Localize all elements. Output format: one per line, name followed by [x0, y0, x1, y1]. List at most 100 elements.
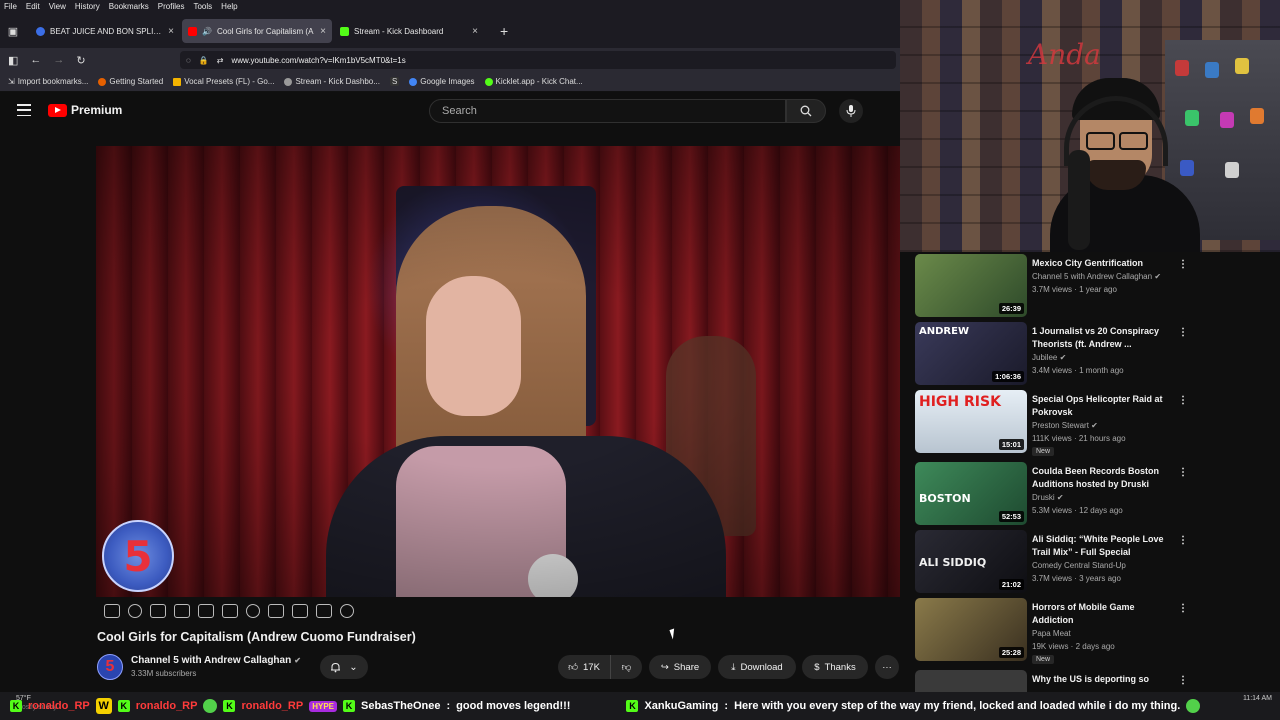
audio-icon[interactable]	[128, 604, 142, 618]
tab-cool-girls[interactable]: 🔊 Cool Girls for Capitalism (A ×	[182, 19, 332, 43]
like-button[interactable]: 👍︎ 17K	[558, 655, 610, 679]
recommendation-item[interactable]: Why the US is deporting so ⋮	[915, 670, 1192, 692]
kebab-menu-icon[interactable]: ⋮	[1178, 603, 1188, 614]
menu-tools[interactable]: Tools	[193, 0, 212, 14]
more-actions-button[interactable]: ···	[875, 655, 899, 679]
kebab-menu-icon[interactable]: ⋮	[1178, 395, 1188, 406]
system-clock[interactable]: 11:14 AM	[1243, 694, 1272, 703]
sidebar-toggle-icon[interactable]: ◧	[8, 54, 18, 67]
channel-avatar[interactable]: 5	[97, 654, 123, 680]
tab-kick-dashboard[interactable]: Stream - Kick Dashboard ×	[334, 19, 484, 43]
recommendation-thumbnail[interactable]	[915, 670, 1027, 692]
screenshot-icon[interactable]	[292, 604, 308, 618]
recommendation-item[interactable]: 26:39 Mexico City Gentrification Channel…	[915, 254, 1192, 320]
chat-separator: :	[446, 700, 451, 712]
share-button[interactable]: ↪ Share	[649, 655, 711, 679]
dislike-button[interactable]: 👎︎	[610, 655, 642, 679]
recommendation-channel[interactable]: Druski ✔	[1032, 493, 1064, 502]
menu-bookmarks[interactable]: Bookmarks	[109, 0, 149, 14]
recommendation-title[interactable]: 1 Journalist vs 20 Conspiracy Theorists …	[1032, 325, 1172, 351]
recommendation-item[interactable]: 25:28 Horrors of Mobile Game Addiction P…	[915, 598, 1192, 664]
kebab-menu-icon[interactable]: ⋮	[1178, 467, 1188, 478]
search-input[interactable]: Search	[429, 99, 786, 123]
menu-file[interactable]: File	[4, 0, 17, 14]
recommendation-channel[interactable]: Channel 5 with Andrew Callaghan ✔	[1032, 272, 1161, 281]
speed-icon[interactable]	[246, 604, 260, 618]
recommendation-thumbnail[interactable]: HIGH RISK 15:01	[915, 390, 1027, 453]
recommendation-item[interactable]: ANDREW 1:06:36 1 Journalist vs 20 Conspi…	[915, 322, 1192, 388]
recommendation-channel[interactable]: Papa Meat	[1032, 629, 1071, 638]
kebab-menu-icon[interactable]: ⋮	[1178, 675, 1188, 686]
recommendation-channel[interactable]: Comedy Central Stand-Up	[1032, 561, 1126, 570]
thumbnail-text: BOSTON	[919, 492, 971, 505]
forward-icon[interactable]: →	[53, 54, 64, 66]
url-text[interactable]: www.youtube.com/watch?v=lKm1bV5cMT0&t=1s	[231, 56, 405, 65]
webcam-overlay: Anda	[900, 0, 1280, 252]
voice-search-button[interactable]	[839, 99, 863, 123]
bookmark-vocal-presets[interactable]: Vocal Presets (FL) - Go...	[173, 77, 274, 86]
new-tab-button[interactable]: +	[500, 23, 508, 39]
channel-text: Preston Stewart	[1032, 421, 1089, 430]
bookmark-import[interactable]: ⇲ Import bookmarks...	[8, 77, 88, 86]
duration-badge: 21:02	[998, 579, 1024, 590]
shield-icon[interactable]: ◌	[186, 56, 191, 65]
permissions-icon[interactable]: ⇄	[217, 56, 224, 65]
miniplayer-icon[interactable]	[198, 604, 214, 618]
menu-history[interactable]: History	[75, 0, 100, 14]
recommendation-item[interactable]: BOSTON 52:53 Coulda Been Records Boston …	[915, 462, 1192, 528]
thanks-button[interactable]: $ Thanks	[802, 655, 868, 679]
recommendation-title[interactable]: Horrors of Mobile Game Addiction	[1032, 601, 1172, 627]
youtube-logo[interactable]: Premium	[48, 103, 122, 117]
close-tab-icon[interactable]: ×	[320, 26, 326, 37]
clapper-icon[interactable]	[174, 604, 190, 618]
recommendation-thumbnail[interactable]: 26:39	[915, 254, 1027, 317]
recommendation-channel[interactable]: Preston Stewart ✔	[1032, 421, 1098, 430]
search-button[interactable]	[786, 99, 826, 123]
notification-bell-button[interactable]: ⌄	[320, 655, 368, 679]
kebab-menu-icon[interactable]: ⋮	[1178, 535, 1188, 546]
tab-list-icon[interactable]: ▣	[0, 18, 26, 44]
speaker-icon[interactable]: 🔊	[202, 27, 212, 36]
recommendation-thumbnail[interactable]: BOSTON 52:53	[915, 462, 1027, 525]
tab-beat-juice[interactable]: BEAT JUICE AND BON SPLIFF - R ×	[30, 19, 180, 43]
bookmark-kicklet[interactable]: Kicklet.app - Kick Chat...	[484, 77, 583, 86]
menu-profiles[interactable]: Profiles	[158, 0, 185, 14]
keyboard-icon[interactable]	[316, 604, 332, 618]
kebab-menu-icon[interactable]: ⋮	[1178, 327, 1188, 338]
menu-help[interactable]: Help	[221, 0, 237, 14]
recommendation-title[interactable]: Ali Siddiq: “White People Love Trail Mix…	[1032, 533, 1172, 559]
menu-edit[interactable]: Edit	[26, 0, 40, 14]
download-button[interactable]: ⤓ Download	[718, 655, 796, 679]
channel-name[interactable]: Channel 5 with Andrew Callaghan ✔	[131, 655, 301, 666]
bookmark-s[interactable]: S	[389, 77, 400, 86]
reload-icon[interactable]: ↻	[76, 54, 85, 67]
recommendation-thumbnail[interactable]: ANDREW 1:06:36	[915, 322, 1027, 385]
chapters-icon[interactable]	[222, 604, 238, 618]
chat-username: ronaldo_RP	[135, 700, 198, 712]
bookmark-kick-dashboard[interactable]: Stream - Kick Dashbo...	[284, 77, 380, 86]
close-tab-icon[interactable]: ×	[168, 26, 174, 37]
menu-view[interactable]: View	[49, 0, 66, 14]
recommendation-title[interactable]: Mexico City Gentrification	[1032, 257, 1172, 270]
recommendation-item[interactable]: HIGH RISK 15:01 Special Ops Helicopter R…	[915, 390, 1192, 456]
recommendation-item[interactable]: ALI SIDDIQ 21:02 Ali Siddiq: “White Peop…	[915, 530, 1192, 596]
kebab-menu-icon[interactable]: ⋮	[1178, 259, 1188, 270]
settings-gear-icon[interactable]	[340, 604, 354, 618]
bookmark-google-images[interactable]: Google Images	[409, 77, 475, 86]
hamburger-menu-icon[interactable]	[17, 104, 31, 116]
back-icon[interactable]: ←	[30, 54, 41, 66]
close-tab-icon[interactable]: ×	[472, 26, 478, 37]
firefox-icon	[98, 77, 107, 86]
recommendation-channel[interactable]: Jubilee ✔	[1032, 353, 1066, 362]
recommendation-title[interactable]: Why the US is deporting so	[1032, 673, 1172, 686]
video-player[interactable]: 5	[96, 146, 900, 597]
bookmark-getting-started[interactable]: Getting Started	[98, 77, 163, 86]
frame-icon[interactable]	[268, 604, 284, 618]
recommendation-title[interactable]: Special Ops Helicopter Raid at Pokrovsk	[1032, 393, 1172, 419]
recommendation-thumbnail[interactable]: 25:28	[915, 598, 1027, 661]
recommendation-thumbnail[interactable]: ALI SIDDIQ 21:02	[915, 530, 1027, 593]
playlist-icon[interactable]	[150, 604, 166, 618]
loop-icon[interactable]	[104, 604, 120, 618]
recommendation-title[interactable]: Coulda Been Records Boston Auditions hos…	[1032, 465, 1172, 491]
url-bar[interactable]: ◌ 🔒 ⇄ www.youtube.com/watch?v=lKm1bV5cMT…	[180, 51, 896, 69]
